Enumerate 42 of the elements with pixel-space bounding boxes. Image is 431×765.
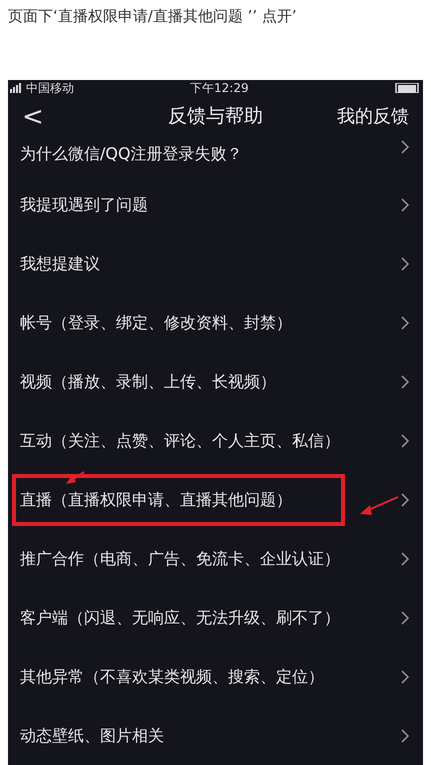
help-topic-item[interactable]: 推广合作（电商、广告、免流卡、企业认证）: [8, 529, 423, 588]
chevron-right-icon: [401, 492, 409, 506]
topic-label: 推广合作（电商、广告、免流卡、企业认证）: [20, 548, 340, 570]
topic-label: 客户端（闪退、无响应、无法升级、刷不了）: [20, 606, 340, 628]
chevron-right-icon: [401, 670, 409, 684]
topic-label: 我提现遇到了问题: [20, 194, 148, 216]
help-topic-item[interactable]: 动态壁纸、图片相关: [8, 706, 423, 765]
chevron-right-icon: [401, 610, 409, 624]
chevron-right-icon: [401, 256, 409, 270]
topic-label: 视频（播放、录制、上传、长视频）: [20, 370, 276, 392]
help-topic-item[interactable]: 其他异常（不喜欢某类视频、搜索、定位）: [8, 647, 423, 706]
topic-label: 互动（关注、点赞、评论、个人主页、私信）: [20, 430, 340, 452]
my-feedback-button[interactable]: 我的反馈: [337, 103, 409, 130]
chevron-right-icon: [401, 374, 409, 388]
help-topic-item[interactable]: 直播（直播权限申请、直播其他问题）: [8, 470, 423, 529]
topic-label: 帐号（登录、绑定、修改资料、封禁）: [20, 312, 292, 334]
help-topic-item[interactable]: 互动（关注、点赞、评论、个人主页、私信）: [8, 411, 423, 470]
help-topic-item[interactable]: 为什么微信/QQ注册登录失败？: [8, 138, 423, 175]
time-text: 下午12:29: [190, 81, 249, 95]
help-topic-item[interactable]: 客户端（闪退、无响应、无法升级、刷不了）: [8, 588, 423, 647]
annotation-arrow: [64, 470, 86, 486]
help-topic-item[interactable]: 视频（播放、录制、上传、长视频）: [8, 352, 423, 411]
chevron-right-icon: [401, 198, 409, 212]
topic-label: 动态壁纸、图片相关: [20, 724, 164, 746]
help-topic-item[interactable]: 我想提建议: [8, 234, 423, 293]
chevron-right-icon: [401, 728, 409, 742]
page-title: 反馈与帮助: [168, 104, 263, 130]
chevron-right-icon: [401, 434, 409, 448]
carrier-text: 中国移动: [26, 80, 74, 95]
chevron-right-icon: [401, 552, 409, 566]
help-topic-item[interactable]: 我提现遇到了问题: [8, 175, 423, 234]
chevron-right-icon: [401, 140, 409, 154]
topic-label: 直播（直播权限申请、直播其他问题）: [20, 488, 292, 510]
caption-text: 页面下‘直播权限申请/直播其他问题 ’’ 点开’: [8, 7, 297, 25]
chevron-right-icon: [401, 316, 409, 330]
topic-label: 为什么微信/QQ注册登录失败？: [20, 143, 243, 165]
topic-label: 其他异常（不喜欢某类视频、搜索、定位）: [20, 666, 324, 688]
battery-icon: [395, 83, 419, 93]
help-topic-item[interactable]: 帐号（登录、绑定、修改资料、封禁）: [8, 293, 423, 352]
topic-label: 我想提建议: [20, 252, 100, 274]
back-button[interactable]: <: [22, 104, 44, 130]
signal-icon: [10, 82, 22, 93]
